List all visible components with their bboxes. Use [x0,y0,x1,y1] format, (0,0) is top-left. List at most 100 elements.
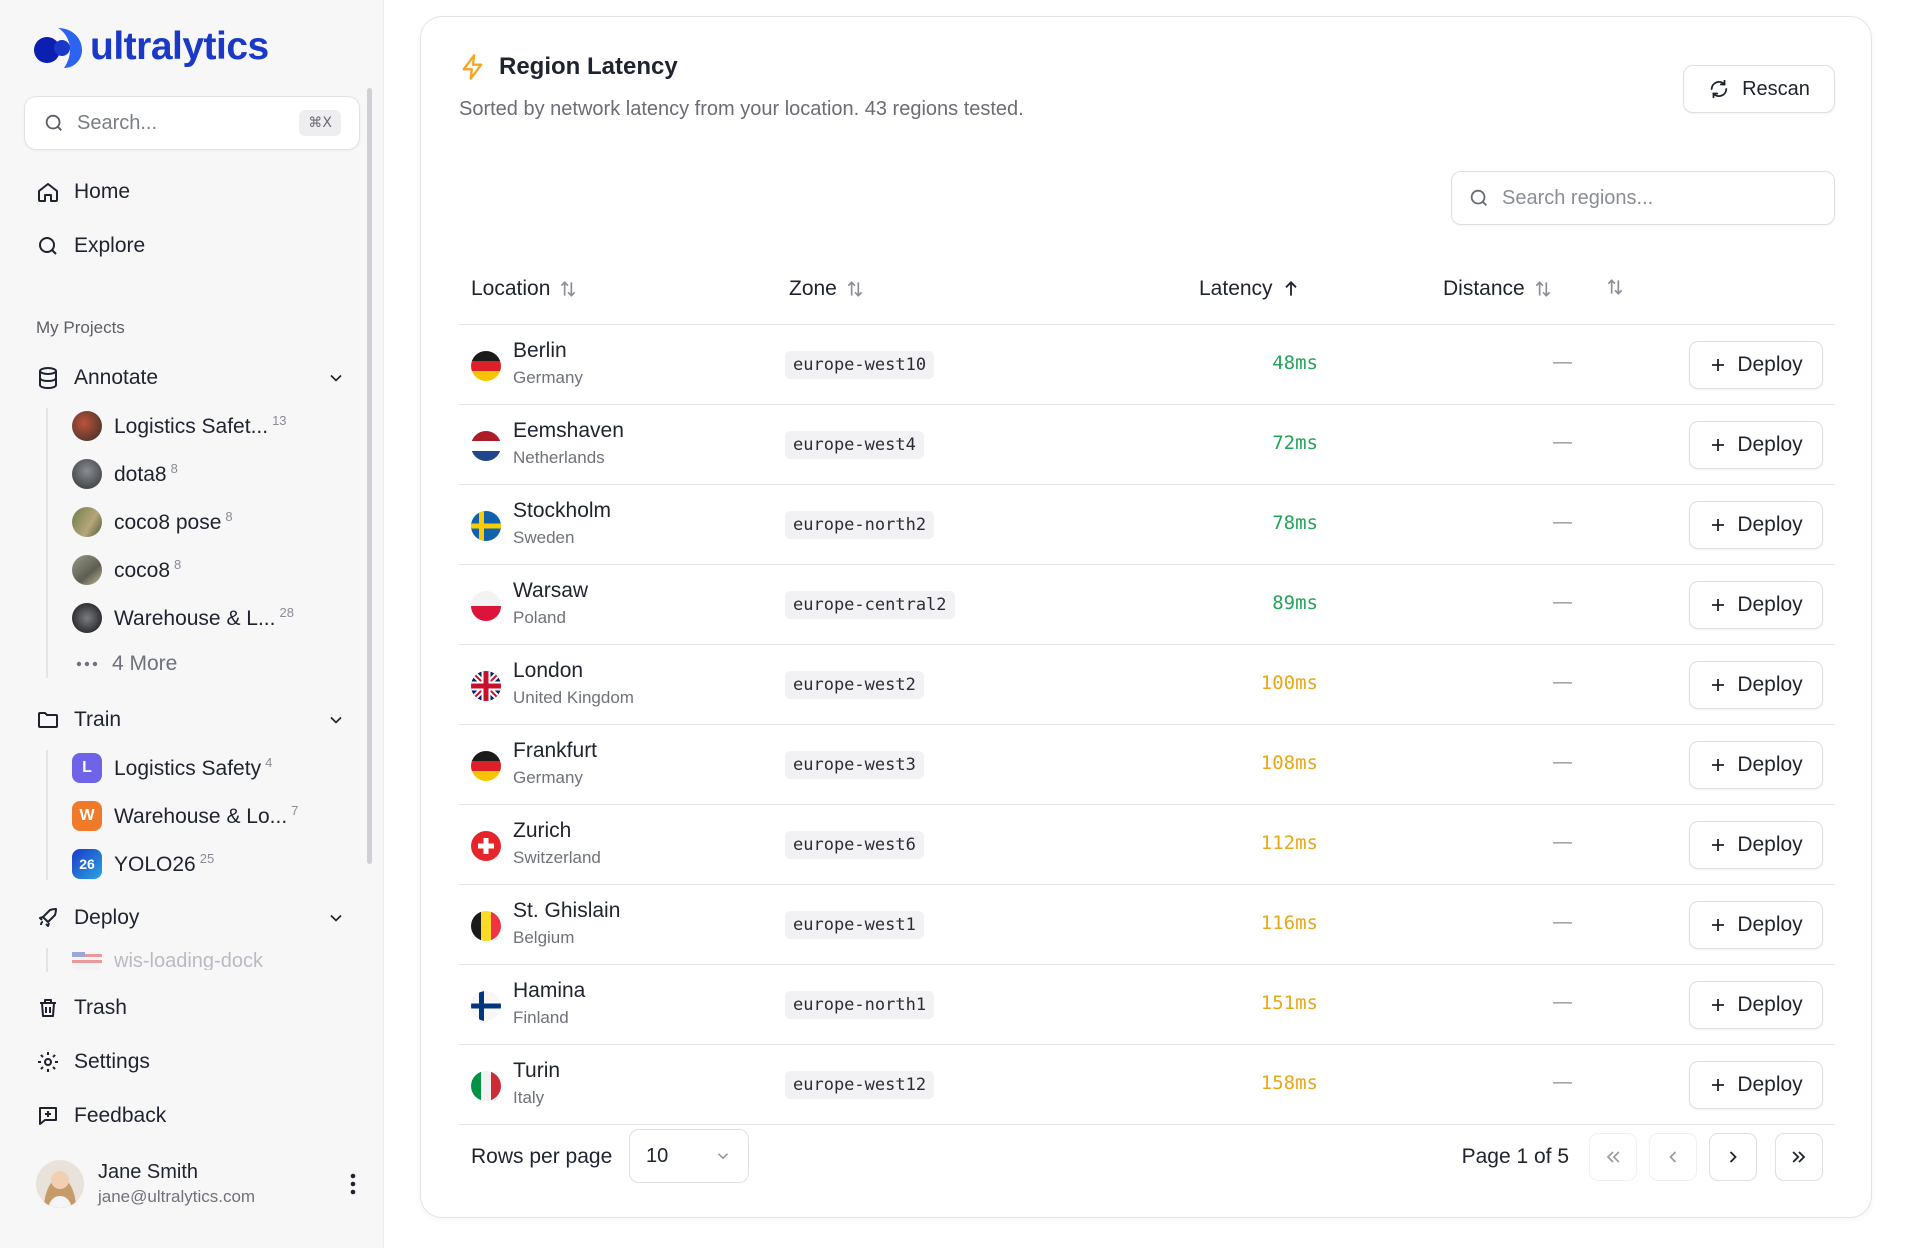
project-dota8[interactable]: dota8 8 [72,459,178,489]
chevron-down-icon[interactable] [326,908,346,928]
project-thumbnail [72,603,102,633]
user-profile[interactable]: Jane Smith jane@ultralytics.com [36,1160,356,1208]
deploy-button[interactable]: Deploy [1689,661,1823,709]
project-coco8-pose[interactable]: coco8 pose 8 [72,507,233,537]
nav-feedback[interactable]: Feedback [36,1104,166,1128]
next-page-button[interactable] [1709,1133,1757,1181]
table-row: Berlin Germany europe-west10 48ms — Depl… [459,325,1835,405]
germany-flag-icon [471,751,501,781]
last-page-button[interactable] [1775,1133,1823,1181]
avatar [36,1160,84,1208]
nav-home[interactable]: Home [36,180,130,204]
deploy-button[interactable]: Deploy [1689,341,1823,389]
tree-line [46,948,48,972]
deploy-button[interactable]: Deploy [1689,581,1823,629]
rescan-button[interactable]: Rescan [1683,65,1835,113]
deploy-button[interactable]: Deploy [1689,1061,1823,1109]
deploy-label: Deploy [1737,353,1803,376]
feedback-icon [39,1107,57,1125]
project-coco8[interactable]: coco8 8 [72,555,181,585]
deploy-button[interactable]: Deploy [1689,501,1823,549]
brand-name: ultralytics [90,25,269,68]
project-logistics-safety-train[interactable]: L Logistics Safety 4 [72,753,272,783]
deploy-button[interactable]: Deploy [1689,901,1823,949]
plus-icon [1712,599,1725,611]
user-name: Jane Smith [98,1161,199,1183]
search-icon [45,114,62,131]
location-country: Germany [513,768,583,787]
rows-per-page-select[interactable]: 10 [629,1129,749,1183]
kebab-menu-icon[interactable] [350,1173,356,1195]
poland-flag-icon [471,591,501,621]
col-location[interactable]: Location [471,277,578,301]
lightning-icon [462,54,483,80]
nav-settings[interactable]: Settings [36,1050,150,1074]
annotate-more[interactable]: 4 More [76,652,177,676]
sort-icon [847,281,863,297]
prev-page-button[interactable] [1649,1133,1697,1181]
latency-value: 158ms [1260,1072,1318,1094]
table-row: St. Ghislain Belgium europe-west1 116ms … [459,885,1835,965]
project-yolo26[interactable]: 26 YOLO26 25 [72,849,214,879]
region-search[interactable] [1451,171,1835,225]
project-warehouse[interactable]: Warehouse & L... 28 [72,603,294,633]
sort-icon [1607,279,1623,295]
deploy-label: Deploy [1737,753,1803,776]
location-city: Turin [513,1059,561,1082]
group-deploy-label: Deploy [74,906,140,929]
col-zone[interactable]: Zone [789,277,865,301]
project-letter-badge: 26 [72,849,102,879]
card-title: Region Latency [459,53,678,81]
location-country: United Kingdom [513,688,634,707]
region-search-input[interactable] [1502,186,1818,210]
sidebar-search[interactable]: Search... ⌘X [24,96,360,150]
location-country: Italy [513,1088,545,1107]
deploy-button[interactable]: Deploy [1689,821,1823,869]
nav-trash-label: Trash [74,996,127,1019]
table-row: Frankfurt Germany europe-west3 108ms — D… [459,725,1835,805]
project-label: Warehouse & L... 28 [114,605,294,630]
col-distance-label: Distance [1443,277,1525,300]
group-annotate[interactable]: Annotate [36,366,346,390]
distance-value: — [1553,432,1572,453]
sidebar-scrollbar[interactable] [367,88,372,864]
rocket-icon [39,908,57,927]
col-extra-sort[interactable] [1605,277,1625,297]
location-city: Warsaw [513,579,589,602]
project-logistics-safety[interactable]: Logistics Safet... 13 [72,411,287,441]
pagination-footer: Rows per page 10 Page 1 of 5 [459,1129,1835,1185]
search-icon [39,237,57,255]
deploy-button[interactable]: Deploy [1689,421,1823,469]
brand-logo[interactable]: ultralytics [32,24,269,70]
deploy-partial-label: wis-loading-dock [114,952,263,970]
group-train[interactable]: Train [36,708,346,732]
deploy-label: Deploy [1737,593,1803,616]
belgium-flag-icon [471,911,501,941]
chevron-down-icon[interactable] [326,710,346,730]
sidebar-search-placeholder: Search... [77,111,158,134]
location-city: Frankfurt [513,739,598,762]
chevron-down-icon[interactable] [326,368,346,388]
deploy-label: Deploy [1737,513,1803,536]
col-distance[interactable]: Distance [1443,277,1553,301]
group-annotate-label: Annotate [74,366,159,389]
deploy-button[interactable]: Deploy [1689,741,1823,789]
nav-trash[interactable]: Trash [36,996,127,1020]
project-label: YOLO26 25 [114,851,215,876]
plus-icon [1712,359,1725,371]
nav-explore-label: Explore [74,234,146,257]
distance-value: — [1553,592,1572,613]
nav-explore[interactable]: Explore [36,234,145,258]
deploy-button[interactable]: Deploy [1689,981,1823,1029]
group-deploy[interactable]: Deploy [36,906,346,930]
first-page-button[interactable] [1589,1133,1637,1181]
plus-icon [1712,439,1725,451]
location-city: Stockholm [513,499,612,522]
sort-icon [1535,281,1550,297]
col-latency[interactable]: Latency [1199,277,1301,301]
nav-feedback-label: Feedback [74,1104,167,1127]
deploy-partial-item[interactable]: wis-loading-dock [72,952,263,970]
page-indicator: Page 1 of 5 [1461,1145,1569,1168]
project-warehouse-train[interactable]: W Warehouse & Lo... 7 [72,801,298,831]
chevron-down-icon [717,1153,729,1160]
